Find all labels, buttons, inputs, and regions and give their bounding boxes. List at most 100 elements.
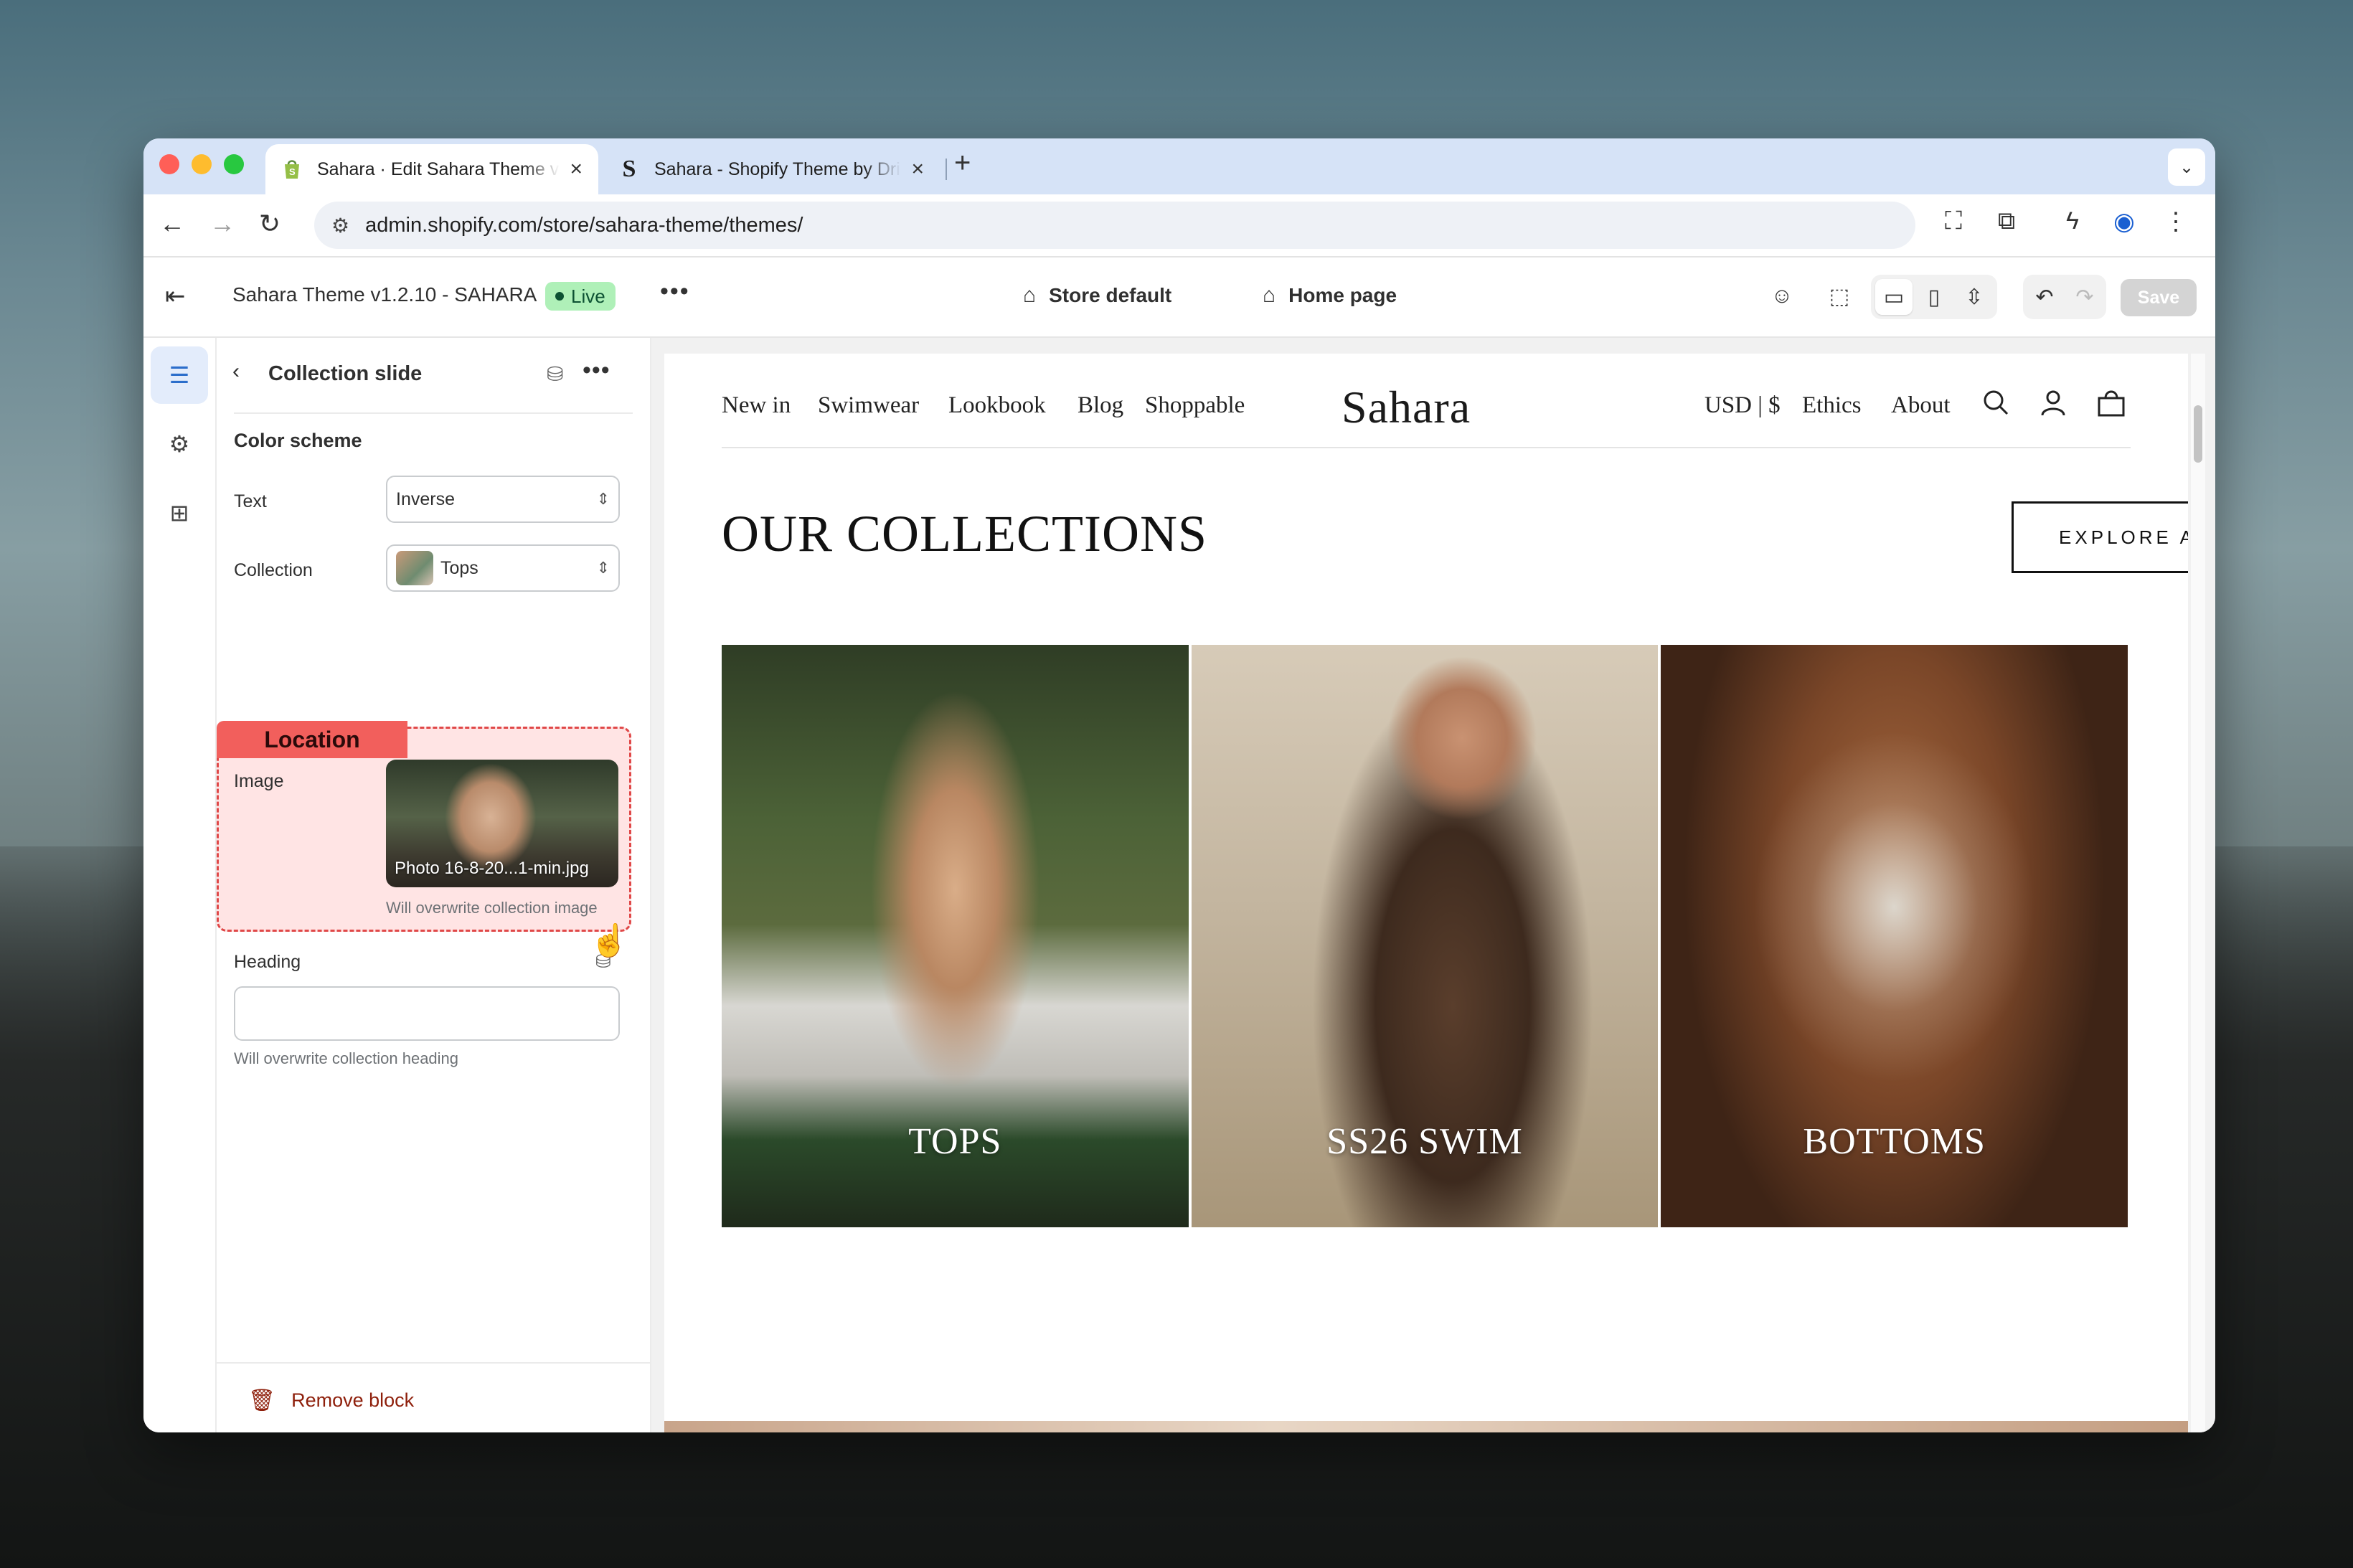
desktop-view-icon[interactable]: ▭ (1877, 280, 1911, 314)
nav-link-blog[interactable]: Blog (1078, 392, 1123, 419)
tab-store[interactable]: S Sahara - Shopify Theme by Drip × (603, 144, 940, 194)
fullwidth-view-icon[interactable]: ⇳ (1957, 280, 1991, 314)
live-dot-icon (555, 292, 564, 301)
status-badge-label: Live (571, 285, 605, 307)
collection-tile-tops[interactable]: TOPS (722, 645, 1189, 1227)
image-filename: Photo 16-8-20...1-min.jpg (395, 859, 589, 878)
store-logo[interactable]: Sahara (1341, 381, 1471, 434)
block-more-actions-icon[interactable]: ••• (583, 356, 610, 384)
inspector-icon[interactable]: ⬚ (1822, 279, 1857, 313)
mobile-view-icon[interactable]: ▯ (1917, 280, 1951, 314)
collection-tile-ss26-swim[interactable]: SS26 SWIM (1191, 645, 1659, 1227)
location-annotation-tag: Location (217, 721, 407, 758)
block-settings-panel: ‹ Collection slide ⛁ ••• Color scheme Te… (217, 338, 651, 1432)
collection-tile-label: BOTTOMS (1803, 1121, 1986, 1162)
url-text: admin.shopify.com/store/sahara-theme/the… (365, 213, 803, 237)
page-selector-label: Home page (1288, 284, 1397, 306)
header-divider (722, 447, 2131, 448)
profile-avatar-icon[interactable]: ◉ (2106, 207, 2142, 236)
close-window-button[interactable] (159, 154, 179, 174)
extensions-puzzle-icon[interactable]: ⧉ (1989, 207, 2024, 235)
collection-tile-label: TOPS (908, 1121, 1002, 1162)
nav-link-new-in[interactable]: New in (722, 392, 791, 419)
select-chevrons-icon: ⇕ (596, 559, 610, 577)
theme-settings-gear-icon[interactable]: ⚙ (151, 415, 208, 473)
next-section-image-edge (664, 1421, 2188, 1432)
preview-scrollbar[interactable] (2191, 354, 2205, 1432)
collection-select[interactable]: Tops ⇕ (386, 544, 620, 592)
store-icon: ⌂ (1023, 283, 1037, 307)
undo-icon[interactable]: ↶ (2027, 280, 2062, 314)
browser-window: S Sahara · Edit Sahara Theme v1.2.10 × S… (143, 138, 2215, 1432)
dynamic-source-icon[interactable]: ⛁ (547, 362, 563, 386)
collections-heading: OUR COLLECTIONS (722, 505, 1207, 562)
collection-tile-bottoms[interactable]: BOTTOMS (1661, 645, 2128, 1227)
store-preview-frame: New in Swimwear Lookbook Blog Shoppable … (664, 354, 2188, 1432)
redo-icon[interactable]: ↷ (2067, 280, 2102, 314)
reload-icon[interactable]: ↻ (253, 209, 287, 239)
nav-link-about[interactable]: About (1891, 392, 1951, 419)
panel-title: Collection slide (268, 362, 423, 385)
s-logo-icon: S (622, 156, 636, 182)
account-icon[interactable] (2039, 388, 2067, 424)
heading-help-text: Will overwrite collection heading (234, 1049, 459, 1067)
shopify-bag-icon: S (281, 159, 303, 180)
theme-name: Sahara Theme v1.2.10 - SAHARA (232, 283, 537, 306)
home-icon: ⌂ (1263, 283, 1276, 307)
nav-link-ethics[interactable]: Ethics (1802, 392, 1861, 419)
back-chevron-icon[interactable]: ‹ (232, 359, 240, 384)
image-help-text: Will overwrite collection image (386, 899, 598, 917)
back-arrow-icon[interactable]: ← (155, 209, 189, 239)
preview-as-customer-icon[interactable]: ☺ (1765, 279, 1799, 313)
preview-scrollbar-thumb[interactable] (2194, 405, 2202, 463)
editor-sidebar-rail: ☰ ⚙ ⊞ (143, 338, 217, 1432)
nav-link-lookbook[interactable]: Lookbook (948, 392, 1046, 419)
app-embeds-icon[interactable]: ⊞ (151, 484, 208, 542)
new-tab-button[interactable]: + (954, 147, 971, 179)
minimize-window-button[interactable] (192, 154, 212, 174)
text-scheme-select[interactable]: Inverse ⇕ (386, 476, 620, 523)
url-field[interactable]: ⚙ admin.shopify.com/store/sahara-theme/t… (314, 202, 1915, 249)
close-tab-icon[interactable]: × (911, 157, 924, 181)
screenshot-icon[interactable]: ⛶ (1935, 207, 1971, 235)
nav-link-shoppable[interactable]: Shoppable (1145, 392, 1245, 419)
tab-editor[interactable]: S Sahara · Edit Sahara Theme v1.2.10 × (265, 144, 598, 194)
page-selector[interactable]: ⌂ Home page (1263, 283, 1397, 308)
status-badge: Live (545, 282, 616, 311)
performance-icon[interactable]: ϟ (2055, 207, 2090, 235)
heading-input[interactable] (234, 986, 620, 1041)
device-toggle-group: ▭ ▯ ⇳ (1871, 275, 1997, 319)
remove-block-label: Remove block (291, 1389, 415, 1411)
select-chevrons-icon: ⇕ (596, 490, 610, 508)
sections-icon[interactable]: ☰ (151, 346, 208, 404)
forward-arrow-icon[interactable]: → (205, 209, 240, 239)
theme-actions-more-icon[interactable]: ••• (660, 278, 690, 306)
tab-search-chevron-icon[interactable]: ⌄ (2168, 148, 2205, 186)
zoom-window-button[interactable] (224, 154, 244, 174)
trash-icon: 🗑 (248, 1389, 276, 1412)
search-icon[interactable] (1981, 388, 2010, 424)
collection-tile-label: SS26 SWIM (1326, 1121, 1523, 1162)
editor-top-bar: ⇤ Sahara Theme v1.2.10 - SAHARA Live •••… (143, 258, 2215, 338)
close-tab-icon[interactable]: × (570, 157, 583, 181)
divider (234, 412, 633, 414)
currency-selector[interactable]: USD | $ (1704, 392, 1781, 419)
panel-header: ‹ Collection slide ⛁ ••• (217, 338, 650, 412)
save-button[interactable]: Save (2121, 279, 2197, 316)
text-scheme-value: Inverse (396, 488, 455, 509)
image-field-label: Image (234, 771, 284, 791)
remove-block-button[interactable]: 🗑 Remove block (248, 1388, 414, 1413)
pointer-hand-cursor-icon: ☝ (590, 923, 629, 958)
collection-field-label: Collection (234, 560, 313, 580)
image-picker[interactable]: Photo 16-8-20...1-min.jpg (386, 760, 618, 887)
collection-thumbnail (396, 551, 433, 585)
exit-editor-icon[interactable]: ⇤ (165, 282, 186, 311)
store-header: New in Swimwear Lookbook Blog Shoppable … (664, 354, 2188, 447)
browser-menu-icon[interactable]: ⋮ (2158, 207, 2194, 236)
collection-slider: TOPS SS26 SWIM BOTTOMS (722, 645, 2128, 1227)
store-context-selector[interactable]: ⌂ Store default (1023, 283, 1171, 308)
site-settings-icon[interactable]: ⚙ (331, 214, 349, 237)
nav-link-swimwear[interactable]: Swimwear (818, 392, 919, 419)
cart-bag-icon[interactable] (2096, 388, 2126, 424)
explore-all-button[interactable]: EXPLORE ALL (2012, 501, 2188, 573)
